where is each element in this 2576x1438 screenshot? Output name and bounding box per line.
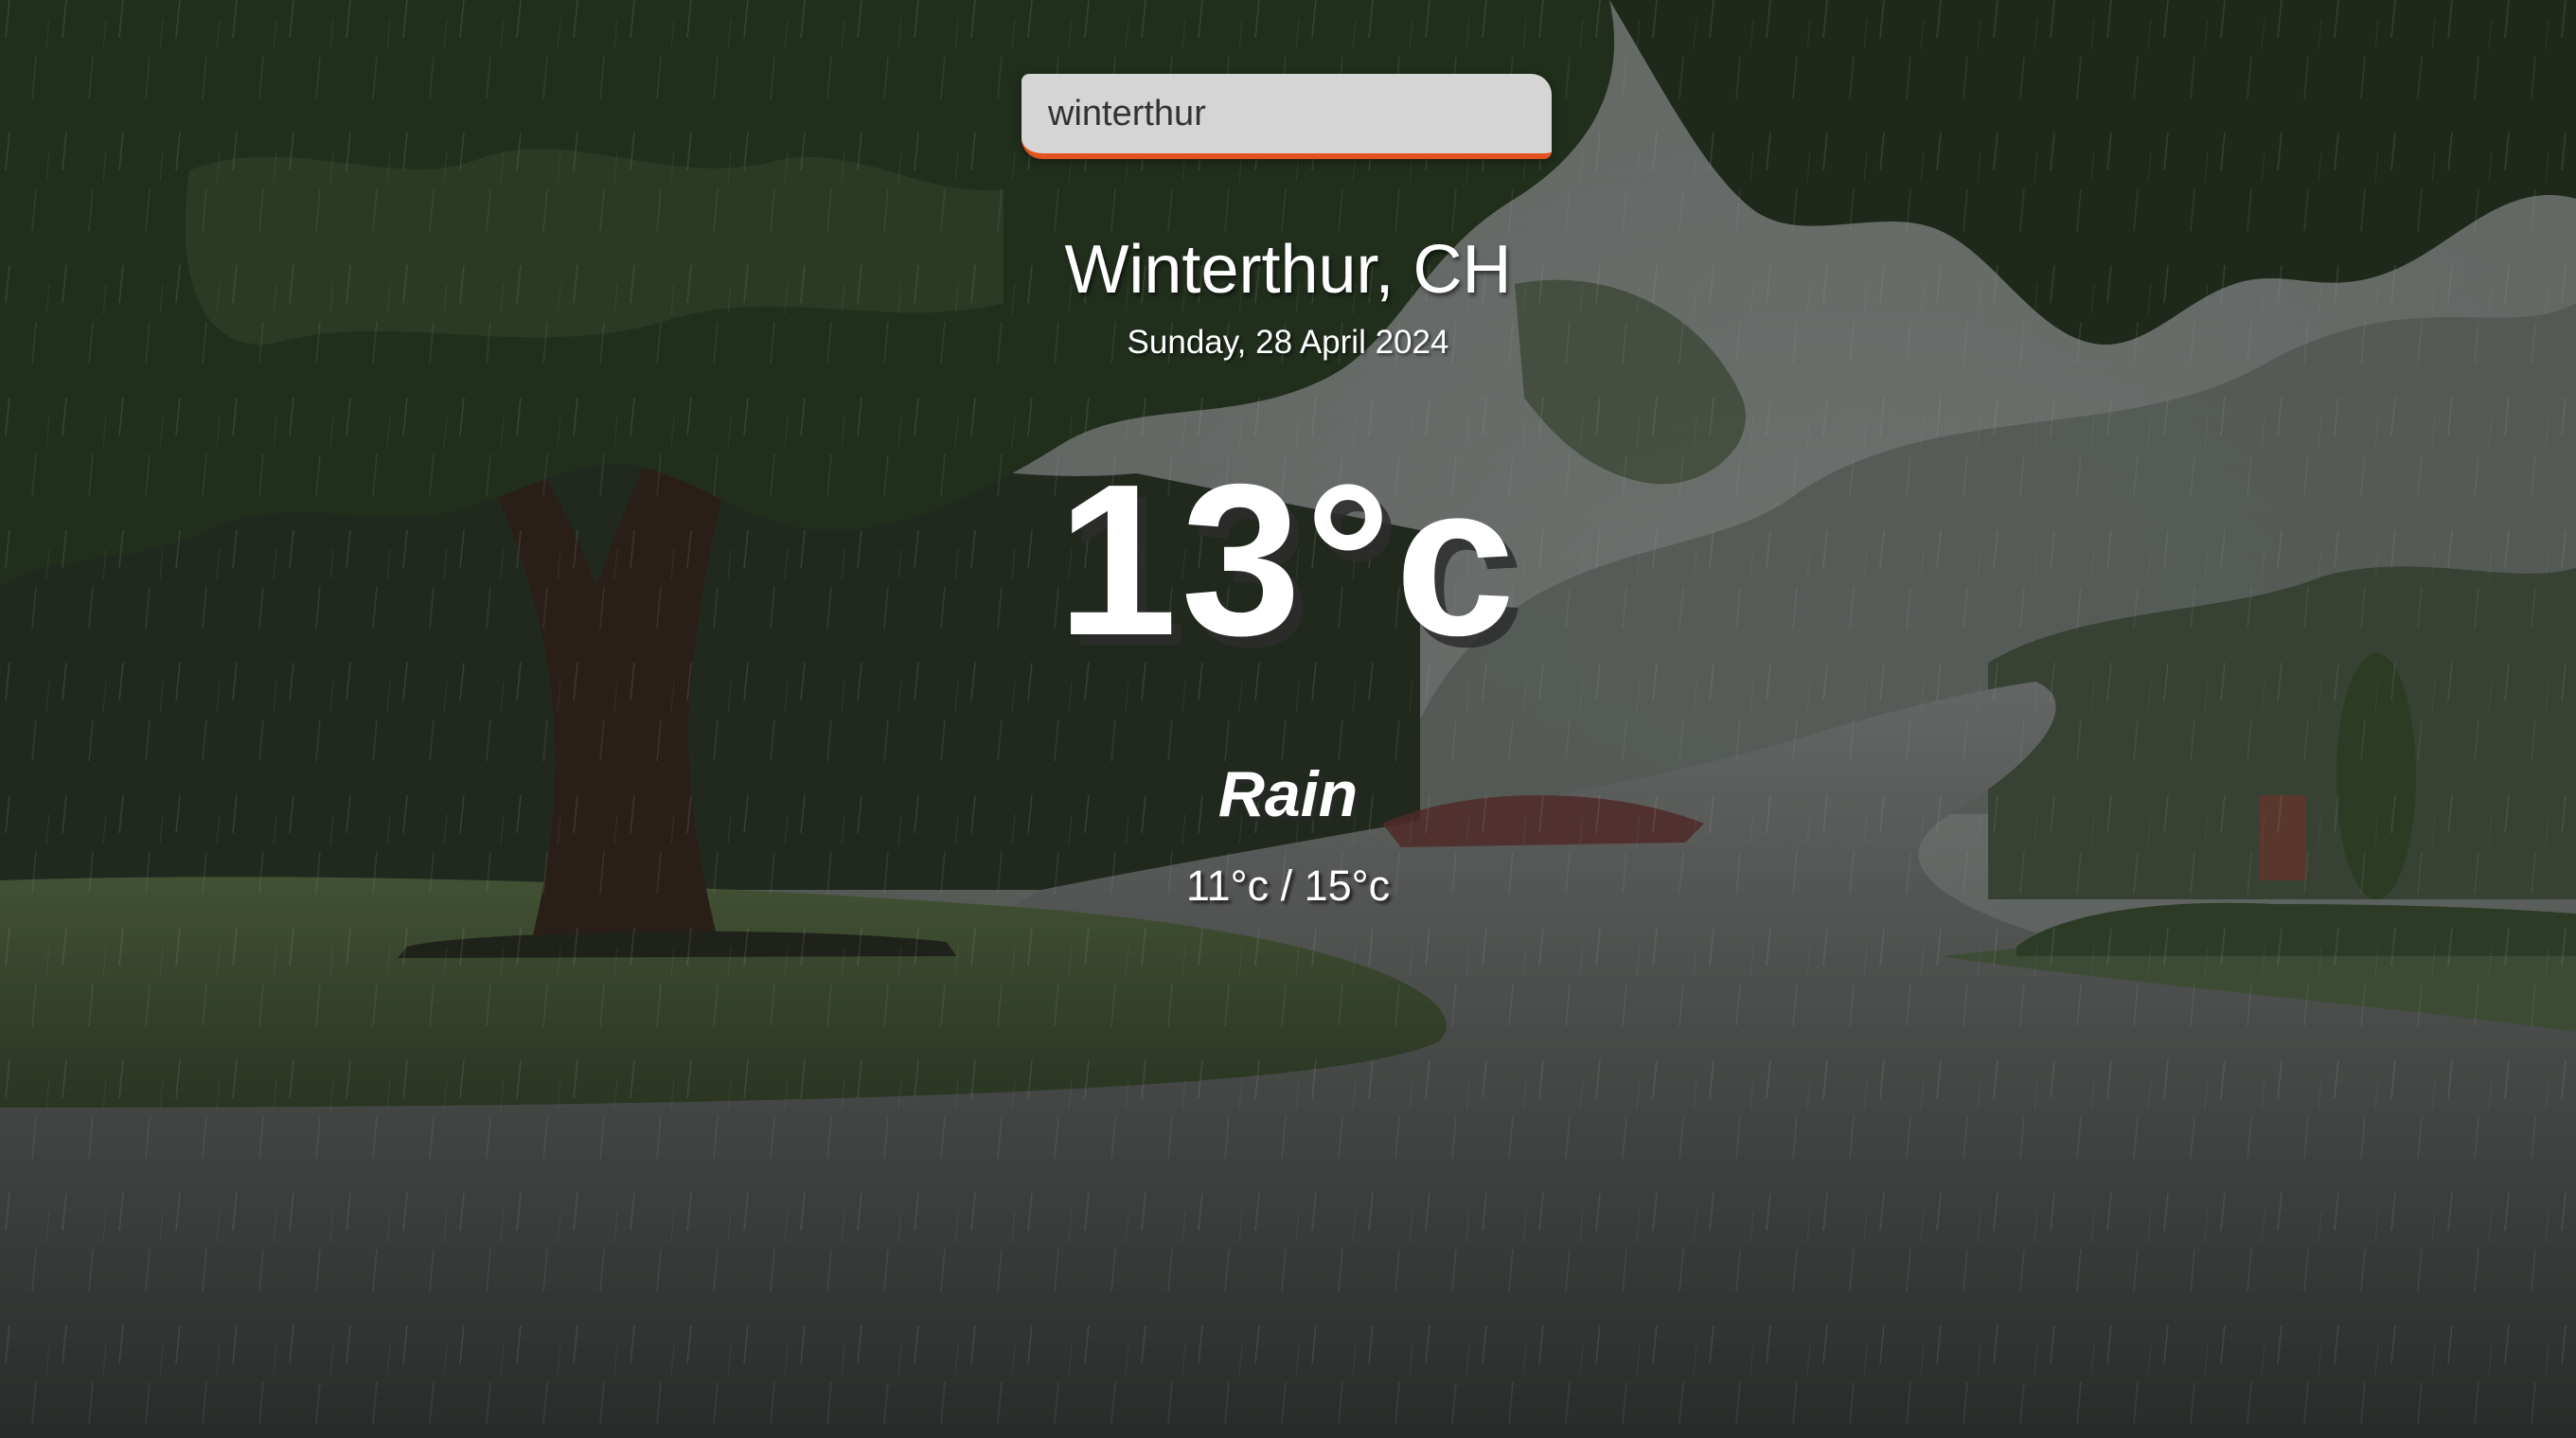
current-temperature: 13°c [1057,440,1519,681]
min-max-temperature: 11°c / 15°c [1185,861,1391,910]
weather-condition: Rain [1217,758,1359,830]
search-input[interactable] [1022,74,1552,153]
location-name: Winterthur, CH [1064,232,1512,308]
current-date: Sunday, 28 April 2024 [1127,324,1449,361]
weather-app: Winterthur, CH Sunday, 28 April 2024 13°… [0,0,2576,1438]
search-box[interactable] [1022,74,1552,159]
